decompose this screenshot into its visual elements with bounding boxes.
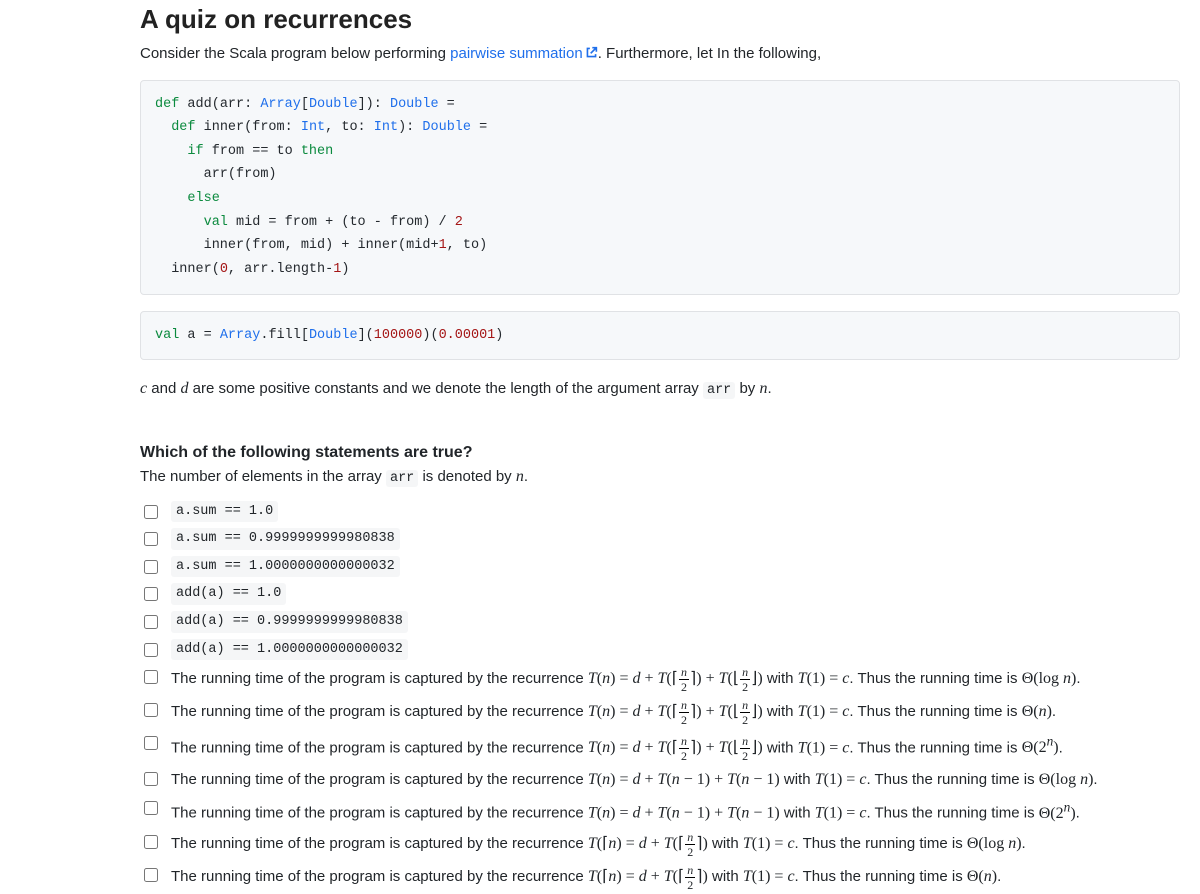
option-code: a.sum == 1.0000000000000032 (171, 556, 400, 578)
options-list: a.sum == 1.0 a.sum == 0.9999999999980838 a… (140, 498, 1180, 894)
option-row: The running time of the program is captu… (140, 729, 1180, 765)
option-checkbox[interactable] (144, 670, 158, 684)
option-text: The running time of the program is captu… (171, 666, 1081, 693)
option-row: The running time of the program is captu… (140, 828, 1180, 861)
option-text: The running time of the program is captu… (171, 699, 1056, 726)
option-row: a.sum == 1.0 (140, 498, 1180, 526)
option-checkbox[interactable] (144, 505, 158, 519)
question-subtext: The number of elements in the array arr … (140, 468, 1180, 486)
option-text: The running time of the program is captu… (171, 831, 1026, 858)
option-row: The running time of the program is captu… (140, 765, 1180, 794)
code-block-val-a: val a = Array.fill[Double](100000)(0.000… (140, 311, 1180, 361)
option-checkbox[interactable] (144, 532, 158, 546)
option-checkbox[interactable] (144, 615, 158, 629)
pairwise-summation-link[interactable]: pairwise summation (450, 45, 598, 62)
intro-text-prefix: Consider the Scala program below perform… (140, 45, 450, 62)
option-row: add(a) == 1.0 (140, 580, 1180, 608)
option-row: The running time of the program is captu… (140, 663, 1180, 696)
option-checkbox[interactable] (144, 643, 158, 657)
option-checkbox[interactable] (144, 587, 158, 601)
option-checkbox[interactable] (144, 703, 158, 717)
option-row: The running time of the program is captu… (140, 794, 1180, 828)
question-heading: Which of the following statements are tr… (140, 444, 1180, 462)
option-code: a.sum == 1.0 (171, 501, 278, 523)
option-code: add(a) == 0.9999999999980838 (171, 611, 408, 633)
page-title: A quiz on recurrences (140, 4, 1180, 35)
option-checkbox[interactable] (144, 560, 158, 574)
external-link-icon (585, 44, 598, 57)
option-row: add(a) == 1.0000000000000032 (140, 636, 1180, 664)
code-block-add: def add(arr: Array[Double]): Double = de… (140, 80, 1180, 295)
option-code: add(a) == 1.0 (171, 583, 286, 605)
option-code: add(a) == 1.0000000000000032 (171, 639, 408, 661)
option-row: a.sum == 1.0000000000000032 (140, 553, 1180, 581)
option-checkbox[interactable] (144, 736, 158, 750)
option-checkbox[interactable] (144, 868, 158, 882)
option-checkbox[interactable] (144, 835, 158, 849)
option-text: The running time of the program is captu… (171, 732, 1063, 762)
option-checkbox[interactable] (144, 801, 158, 815)
option-checkbox[interactable] (144, 772, 158, 786)
intro-paragraph: Consider the Scala program below perform… (140, 43, 1180, 66)
option-text: The running time of the program is captu… (171, 864, 1001, 891)
constants-note: c and d are some positive constants and … (140, 376, 1180, 402)
option-text: The running time of the program is captu… (171, 797, 1080, 825)
option-row: The running time of the program is captu… (140, 861, 1180, 894)
option-row: a.sum == 0.9999999999980838 (140, 525, 1180, 553)
intro-text-suffix: . Furthermore, let In the following, (598, 45, 821, 62)
option-row: add(a) == 0.9999999999980838 (140, 608, 1180, 636)
option-row: The running time of the program is captu… (140, 696, 1180, 729)
option-code: a.sum == 0.9999999999980838 (171, 528, 400, 550)
option-text: The running time of the program is captu… (171, 768, 1098, 791)
